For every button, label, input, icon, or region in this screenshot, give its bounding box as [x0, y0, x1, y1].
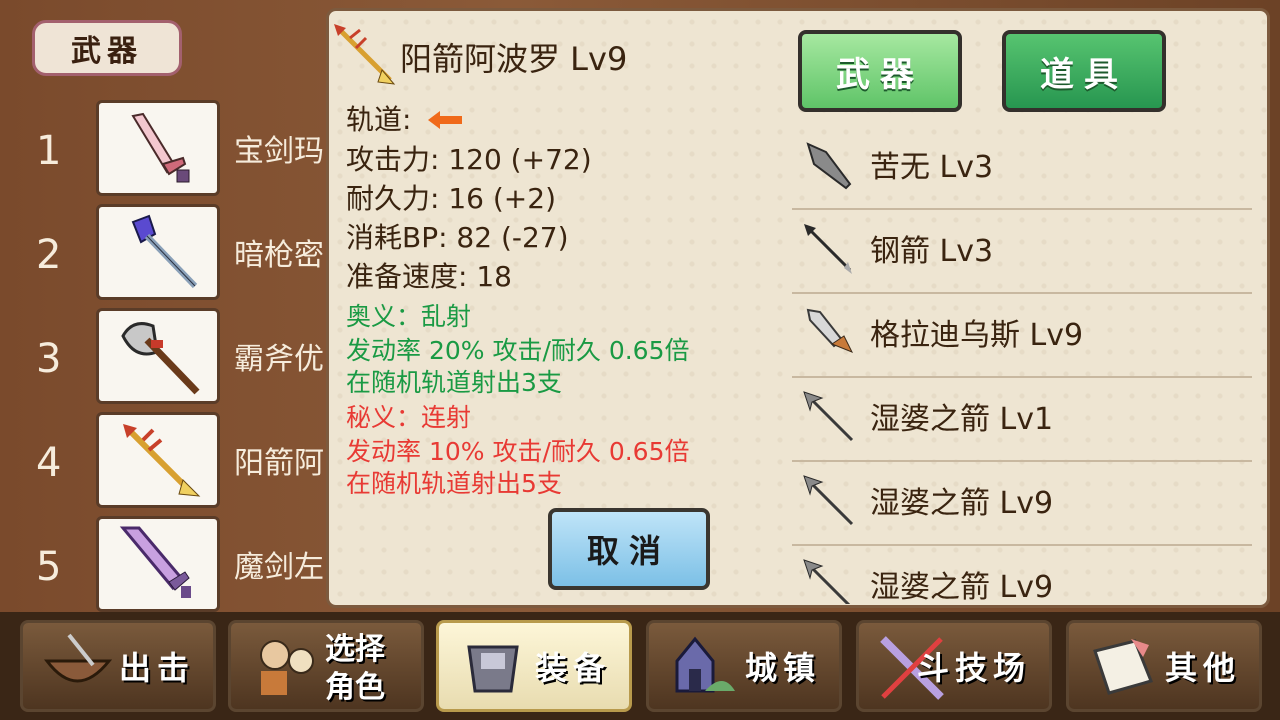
scroll-icon: [1085, 631, 1161, 703]
skill1-line1: 发动率 20% 攻击/耐久 0.65倍: [346, 336, 690, 365]
ship-icon: [39, 631, 115, 703]
tab-weapon[interactable]: 武器: [798, 30, 962, 112]
track-label: 轨道:: [346, 98, 464, 138]
slot-number: 2: [36, 232, 62, 278]
equip-slot-4[interactable]: 4 阳箭阿: [0, 412, 330, 512]
kunai-icon: [802, 138, 856, 192]
nav-label-line2: 角色: [325, 670, 385, 705]
slot-name: 魔剑左: [234, 550, 324, 585]
nav-arena[interactable]: 斗技场: [856, 620, 1052, 712]
slot-name: 阳箭阿: [234, 446, 324, 481]
item-name: 湿婆之箭 Lv1: [870, 402, 1054, 437]
list-item[interactable]: 格拉迪乌斯 Lv9: [792, 292, 1252, 378]
slot-number: 4: [36, 440, 62, 486]
left-weapon-tab[interactable]: 武器: [32, 20, 182, 76]
skill1-name: 奥义：乱射: [346, 302, 472, 331]
skill2-name: 秘义：连射: [346, 403, 472, 432]
track-text: 轨道:: [346, 103, 412, 136]
item-name: 格拉迪乌斯 Lv9: [870, 318, 1084, 353]
cancel-button[interactable]: 取消: [548, 508, 710, 590]
slot-name: 霸斧优: [234, 342, 324, 377]
nav-label: 其他: [1164, 649, 1241, 687]
gladius-icon: [802, 306, 856, 360]
list-item[interactable]: 钢箭 Lv3: [792, 208, 1252, 294]
town-icon: [665, 631, 741, 703]
stat-speed: 准备速度: 18: [346, 260, 512, 293]
arrow-icon: [96, 412, 220, 508]
skill2-line1: 发动率 10% 攻击/耐久 0.65倍: [346, 437, 690, 466]
spear-icon: [96, 204, 220, 300]
shiva-arrow-icon: [802, 390, 856, 444]
nav-sortie[interactable]: 出击: [20, 620, 216, 712]
skill1-line2: 在随机轨道射出3支: [346, 368, 562, 397]
slot-number: 3: [36, 336, 62, 382]
nav-label: 装备: [534, 649, 611, 687]
equip-slot-1[interactable]: 1 宝剑玛: [0, 100, 330, 200]
slot-name: 暗枪密: [234, 238, 324, 273]
list-item[interactable]: 苦无 Lv3: [792, 124, 1252, 210]
item-name: 湿婆之箭 Lv9: [870, 570, 1054, 604]
tab-item[interactable]: 道具: [1002, 30, 1166, 112]
nav-town[interactable]: 城镇: [646, 620, 842, 712]
nav-label: 城镇: [744, 649, 821, 687]
character-icon: [247, 631, 323, 703]
sword-icon: [96, 100, 220, 196]
skill2-line2: 在随机轨道射出5支: [346, 469, 562, 498]
equip-slot-2[interactable]: 2 暗枪密: [0, 204, 330, 304]
nav-label: 斗技场: [916, 649, 1031, 687]
item-name: 苦无 Lv3: [870, 150, 994, 185]
nav-equip[interactable]: 装备: [436, 620, 632, 712]
stat-durability: 耐久力: 16 (+2): [346, 182, 556, 215]
selected-weapon-icon: [330, 22, 396, 88]
nav-label-line1: 选择: [325, 632, 385, 667]
shiva-arrow-icon: [802, 474, 856, 528]
nav-select-character[interactable]: 选择 角色: [228, 620, 424, 712]
item-name: 钢箭 Lv3: [870, 234, 994, 269]
slot-number: 1: [36, 128, 62, 174]
nav-label: 出击: [118, 649, 195, 687]
nav-label: 选择 角色: [325, 631, 385, 707]
equip-slot-3[interactable]: 3 霸斧优: [0, 308, 330, 408]
weapon-title: 阳箭阿波罗 Lv9: [400, 40, 628, 78]
equip-slot-5[interactable]: 5 魔剑左: [0, 516, 330, 616]
slot-name: 宝剑玛: [234, 134, 324, 169]
item-name: 湿婆之箭 Lv9: [870, 486, 1054, 521]
list-item[interactable]: 湿婆之箭 Lv1: [792, 376, 1252, 462]
stat-attack: 攻击力: 120 (+72): [346, 143, 592, 176]
axe-icon: [96, 308, 220, 404]
stat-bp: 消耗BP: 82 (-27): [346, 221, 569, 254]
arrow-left-icon: [428, 105, 464, 138]
magic-sword-icon: [96, 516, 220, 612]
steel-arrow-icon: [802, 222, 856, 276]
shiva-arrow-icon: [802, 558, 856, 604]
slot-number: 5: [36, 544, 62, 590]
nav-other[interactable]: 其他: [1066, 620, 1262, 712]
list-item[interactable]: 湿婆之箭 Lv9: [792, 460, 1252, 546]
list-item[interactable]: 湿婆之箭 Lv9: [792, 544, 1252, 604]
armor-icon: [455, 631, 531, 703]
